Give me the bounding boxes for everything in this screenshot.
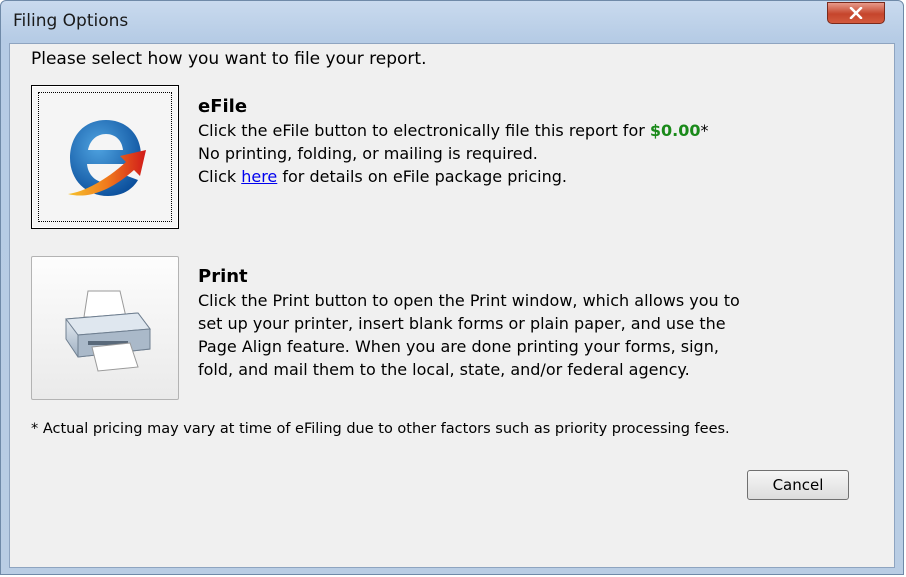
filing-options-dialog: Filing Options Please select how you wan… (0, 0, 904, 575)
print-section: Print Click the Print button to open the… (198, 265, 740, 381)
close-icon (849, 7, 863, 19)
efile-icon (68, 120, 146, 196)
print-line-4: fold, and mail them to the local, state,… (198, 360, 690, 379)
title-bar[interactable]: Filing Options (1, 1, 903, 41)
print-line-2: set up your printer, insert blank forms … (198, 314, 726, 333)
pricing-footnote: * Actual pricing may vary at time of eFi… (31, 421, 730, 437)
efile-line-2: No printing, folding, or mailing is requ… (198, 144, 538, 163)
printer-icon (65, 290, 151, 372)
efile-line-1-text: Click the eFile button to electronically… (198, 121, 650, 140)
print-heading: Print (198, 266, 248, 287)
window-title: Filing Options (13, 11, 129, 31)
print-button[interactable] (31, 256, 179, 400)
instruction-text: Please select how you want to file your … (31, 49, 427, 69)
efile-button[interactable] (31, 85, 179, 229)
close-button[interactable] (827, 2, 885, 24)
efile-section: eFile Click the eFile button to electron… (198, 95, 709, 188)
print-line-3: Page Align feature. When you are done pr… (198, 337, 719, 356)
efile-price: $0.00 (649, 121, 701, 140)
print-line-1: Click the Print button to open the Print… (198, 291, 740, 310)
pricing-details-link[interactable]: here (241, 167, 277, 186)
cancel-button[interactable]: Cancel (747, 470, 849, 500)
efile-line-3-prefix: Click (198, 167, 242, 186)
efile-line-3: Click here for details on eFile package … (198, 165, 709, 188)
efile-line-1: Click the eFile button to electronically… (198, 119, 709, 142)
efile-heading: eFile (198, 96, 248, 117)
efile-line-3-suffix: for details on eFile package pricing. (277, 167, 567, 186)
price-asterisk: * (700, 121, 709, 140)
